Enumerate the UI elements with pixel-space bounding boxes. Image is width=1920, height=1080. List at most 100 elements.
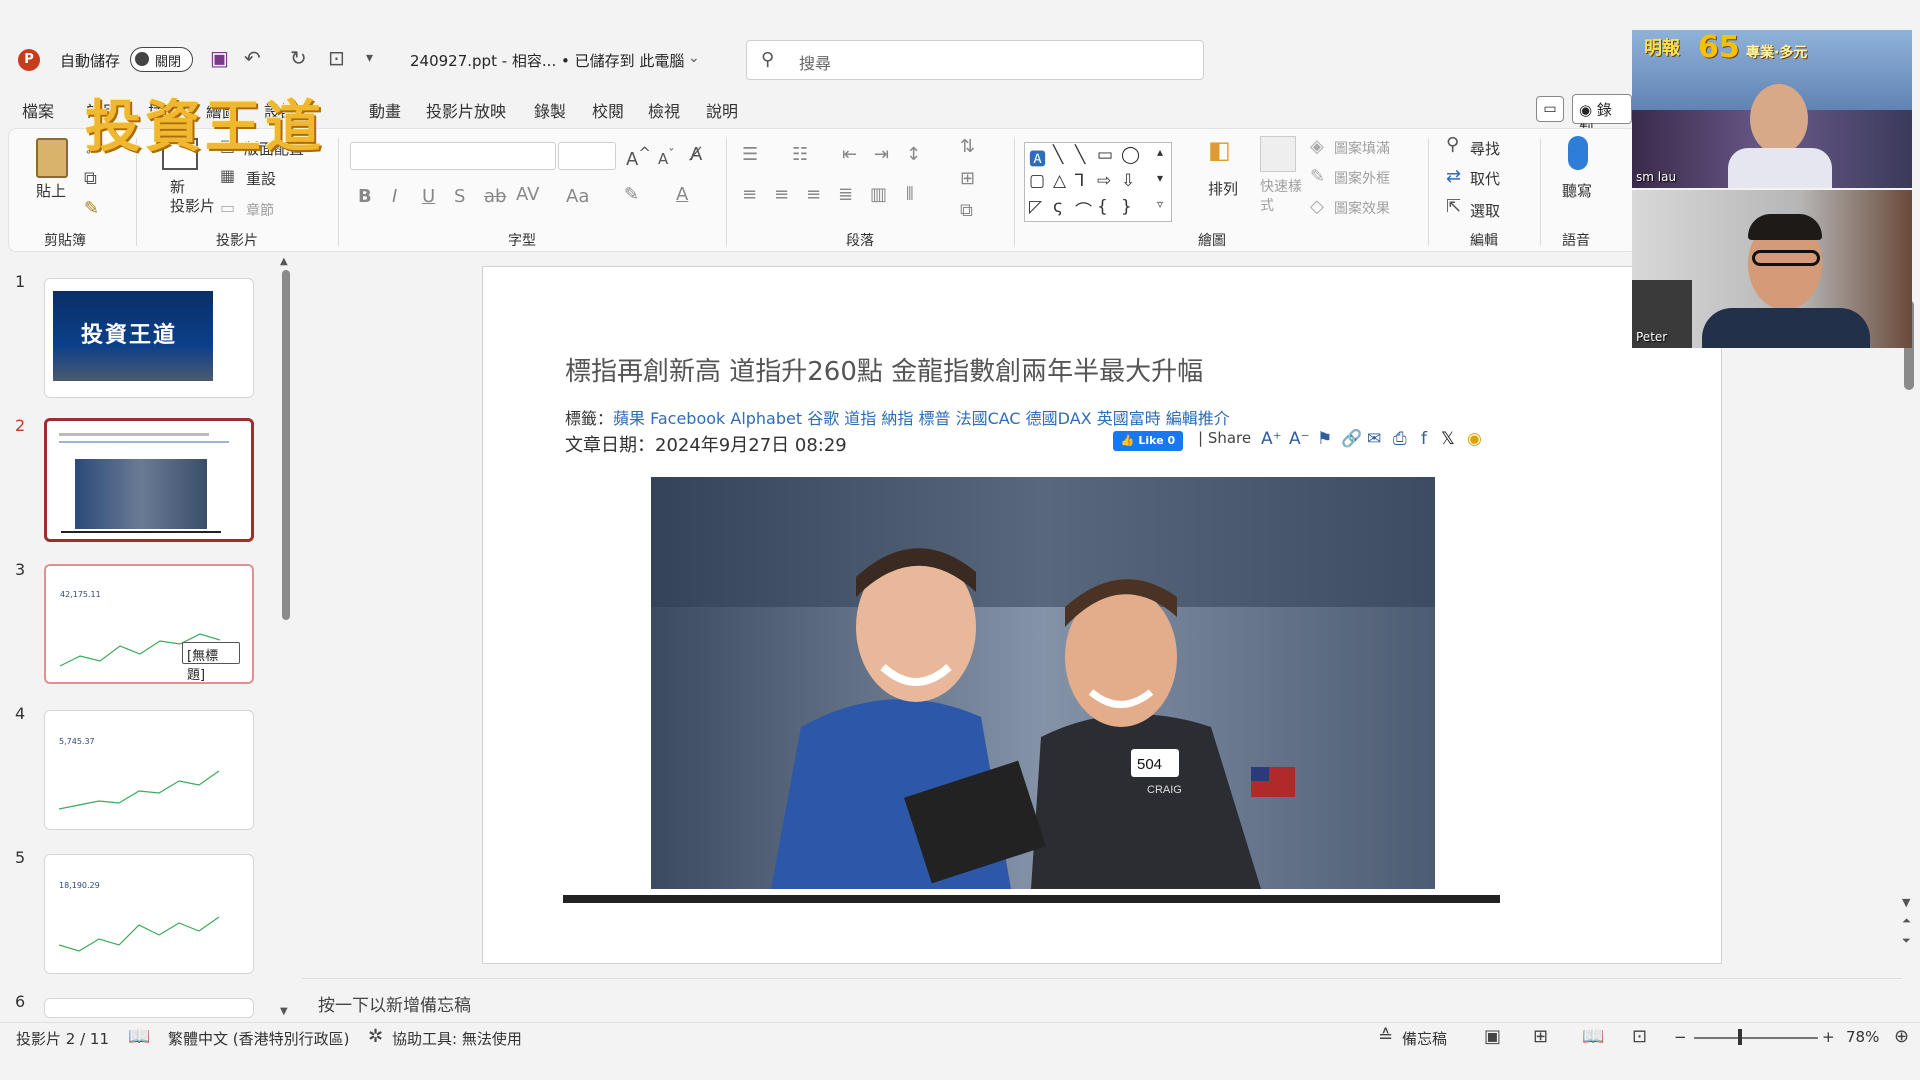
brace-left-icon[interactable]: { xyxy=(1097,197,1108,217)
bold-button[interactable]: B xyxy=(358,186,372,207)
scroll-down-icon[interactable]: ▼ xyxy=(1902,896,1910,909)
search-input[interactable]: ⚲ 搜尋 xyxy=(746,40,1204,80)
save-icon[interactable]: ▣ xyxy=(210,46,229,70)
slide-thumbnail-5[interactable]: 18,190.29 xyxy=(44,854,254,974)
align-right-icon[interactable]: ≡ xyxy=(806,184,821,205)
replace-icon[interactable]: ⇄ xyxy=(1446,166,1461,187)
increase-font-icon[interactable]: A^ xyxy=(626,144,651,170)
highlight-icon[interactable]: ✎ xyxy=(624,184,639,205)
shape-effects-button[interactable]: 圖案效果 xyxy=(1334,198,1390,218)
copy-icon[interactable]: ⧉ xyxy=(84,168,97,189)
gallery-scroll-icon[interactable]: ▾ xyxy=(1157,171,1163,185)
slide-thumbnail-1[interactable]: 投資王道 xyxy=(44,278,254,398)
shapes-gallery[interactable]: 🅰 ╲ ╲ ▭ ◯ ▢ △ ⅂ ⇨ ⇩ ◸ ς ⌒ { } ▴ ▾ ▿ xyxy=(1024,142,1172,222)
italic-button[interactable]: I xyxy=(392,186,397,207)
justify-icon[interactable]: ≣ xyxy=(838,184,853,205)
shape-fill-button[interactable]: 圖案填滿 xyxy=(1334,138,1390,158)
find-button[interactable]: 尋找 xyxy=(1470,138,1500,159)
arrange-icon[interactable]: ◧ xyxy=(1208,136,1231,164)
paste-icon[interactable] xyxy=(36,138,68,178)
tab-review[interactable]: 校閱 xyxy=(592,98,624,122)
scroll-up-icon[interactable]: ▲ xyxy=(280,256,288,267)
zoom-slider-thumb[interactable] xyxy=(1738,1029,1742,1045)
notes-placeholder[interactable]: 按一下以新增備忘稿 xyxy=(318,991,471,1016)
notes-pane[interactable]: 按一下以新增備忘稿 xyxy=(302,978,1902,1020)
gallery-scroll-icon[interactable]: ▴ xyxy=(1157,145,1163,159)
notes-icon[interactable]: ≙ xyxy=(1378,1026,1393,1047)
rounded-rect-icon[interactable]: ▢ xyxy=(1029,171,1045,191)
strikethrough-icon[interactable]: ab xyxy=(484,186,506,207)
slide-thumbnail-6[interactable] xyxy=(44,998,254,1018)
slideshow-icon[interactable]: ⊡ xyxy=(1632,1026,1647,1047)
align-text-icon[interactable]: ⊞ xyxy=(960,168,975,189)
select-icon[interactable]: ⇱ xyxy=(1446,196,1461,217)
brace-right-icon[interactable]: } xyxy=(1121,197,1132,217)
section-button[interactable]: 章節 xyxy=(246,200,274,220)
dictate-button[interactable]: 聽寫 xyxy=(1562,180,1592,201)
slide-sorter-icon[interactable]: ⊞ xyxy=(1533,1026,1548,1047)
reset-button[interactable]: 重設 xyxy=(246,168,276,189)
arc-icon[interactable]: ⌒ xyxy=(1075,197,1092,222)
textbox-icon[interactable]: 🅰 xyxy=(1029,145,1046,170)
decrease-indent-icon[interactable]: ⇤ xyxy=(842,144,857,165)
rectangle-icon[interactable]: ▭ xyxy=(1097,145,1113,165)
slide-thumbnail-4[interactable]: 5,745.37 xyxy=(44,710,254,830)
connector-icon[interactable]: ⅂ xyxy=(1075,171,1084,191)
quick-styles-button[interactable]: 快速樣 式 xyxy=(1260,178,1308,216)
slide-counter[interactable]: 投影片 2 / 11 xyxy=(16,1028,109,1049)
line-icon[interactable]: ╲ xyxy=(1075,145,1085,165)
redo-icon[interactable]: ↻ xyxy=(290,46,307,70)
shape-fill-icon[interactable]: ◈ xyxy=(1310,136,1324,157)
replace-button[interactable]: 取代 xyxy=(1470,168,1500,189)
customize-toolbar-icon[interactable]: ▾ xyxy=(366,50,373,66)
zoom-level[interactable]: 78% xyxy=(1846,1028,1879,1046)
autosave-toggle[interactable]: 關閉 xyxy=(130,47,193,72)
chevron-down-icon[interactable]: ⌄ xyxy=(688,50,700,66)
line-spacing-icon[interactable]: ↕ xyxy=(906,144,921,165)
clear-format-icon[interactable]: A̸ xyxy=(690,144,702,165)
slide-thumbnail-2[interactable] xyxy=(44,418,254,542)
quick-styles-icon[interactable] xyxy=(1260,136,1296,172)
arrow-down-icon[interactable]: ⇩ xyxy=(1121,171,1135,191)
columns-icon[interactable]: ⫴ xyxy=(906,184,914,205)
shape-outline-button[interactable]: 圖案外框 xyxy=(1334,168,1390,188)
align-center-icon[interactable]: ≡ xyxy=(774,184,789,205)
previous-slide-icon[interactable]: ⏶ xyxy=(1902,914,1911,928)
text-direction-icon[interactable]: ⇅ xyxy=(960,136,975,157)
zoom-in-button[interactable]: + xyxy=(1822,1028,1835,1046)
distribute-icon[interactable]: ▥ xyxy=(870,184,887,205)
zoom-out-button[interactable]: − xyxy=(1674,1028,1687,1046)
comments-button[interactable]: ▭ xyxy=(1536,96,1564,122)
tab-view[interactable]: 檢視 xyxy=(648,98,680,122)
font-size-combo[interactable] xyxy=(558,142,616,170)
undo-icon[interactable]: ↶ xyxy=(244,46,261,70)
align-left-icon[interactable]: ≡ xyxy=(742,184,757,205)
scroll-down-icon[interactable]: ▼ xyxy=(280,1006,288,1017)
new-slide-button[interactable]: 新 投影片 xyxy=(170,178,215,216)
microphone-icon[interactable] xyxy=(1568,136,1588,170)
font-name-combo[interactable] xyxy=(350,142,556,170)
present-from-start-icon[interactable]: ⊡ xyxy=(328,46,345,70)
line-icon[interactable]: ╲ xyxy=(1053,145,1063,165)
spelling-icon[interactable]: 📖 xyxy=(128,1026,150,1047)
document-title[interactable]: 240927.ppt - 相容... • 已儲存到 此電腦 xyxy=(410,50,684,71)
slide-thumbnail-3[interactable]: 42,175.11 xyxy=(44,564,254,684)
curve-icon[interactable]: ς xyxy=(1053,197,1063,217)
arrow-right-icon[interactable]: ⇨ xyxy=(1097,171,1111,191)
language-status[interactable]: 繁體中文 (香港特別行政區) xyxy=(168,1028,349,1049)
notes-button[interactable]: 備忘稿 xyxy=(1402,1028,1447,1049)
format-painter-icon[interactable]: ✎ xyxy=(84,198,99,219)
bullets-icon[interactable]: ☰ xyxy=(742,144,758,165)
normal-view-icon[interactable]: ▣ xyxy=(1484,1026,1501,1047)
font-color-icon[interactable]: A xyxy=(676,184,688,205)
increase-indent-icon[interactable]: ⇥ xyxy=(874,144,889,165)
next-slide-icon[interactable]: ⏷ xyxy=(1902,934,1911,948)
change-case-button[interactable]: Aa xyxy=(566,186,589,207)
char-spacing-icon[interactable]: AV xyxy=(516,184,539,205)
fit-to-window-icon[interactable]: ⊕ xyxy=(1894,1026,1909,1047)
tab-slideshow[interactable]: 投影片放映 xyxy=(426,98,506,122)
tab-help[interactable]: 說明 xyxy=(706,98,738,122)
paste-button[interactable]: 貼上 xyxy=(36,180,66,201)
reset-icon[interactable]: ▦ xyxy=(220,166,235,185)
shape-outline-icon[interactable]: ✎ xyxy=(1310,166,1325,187)
